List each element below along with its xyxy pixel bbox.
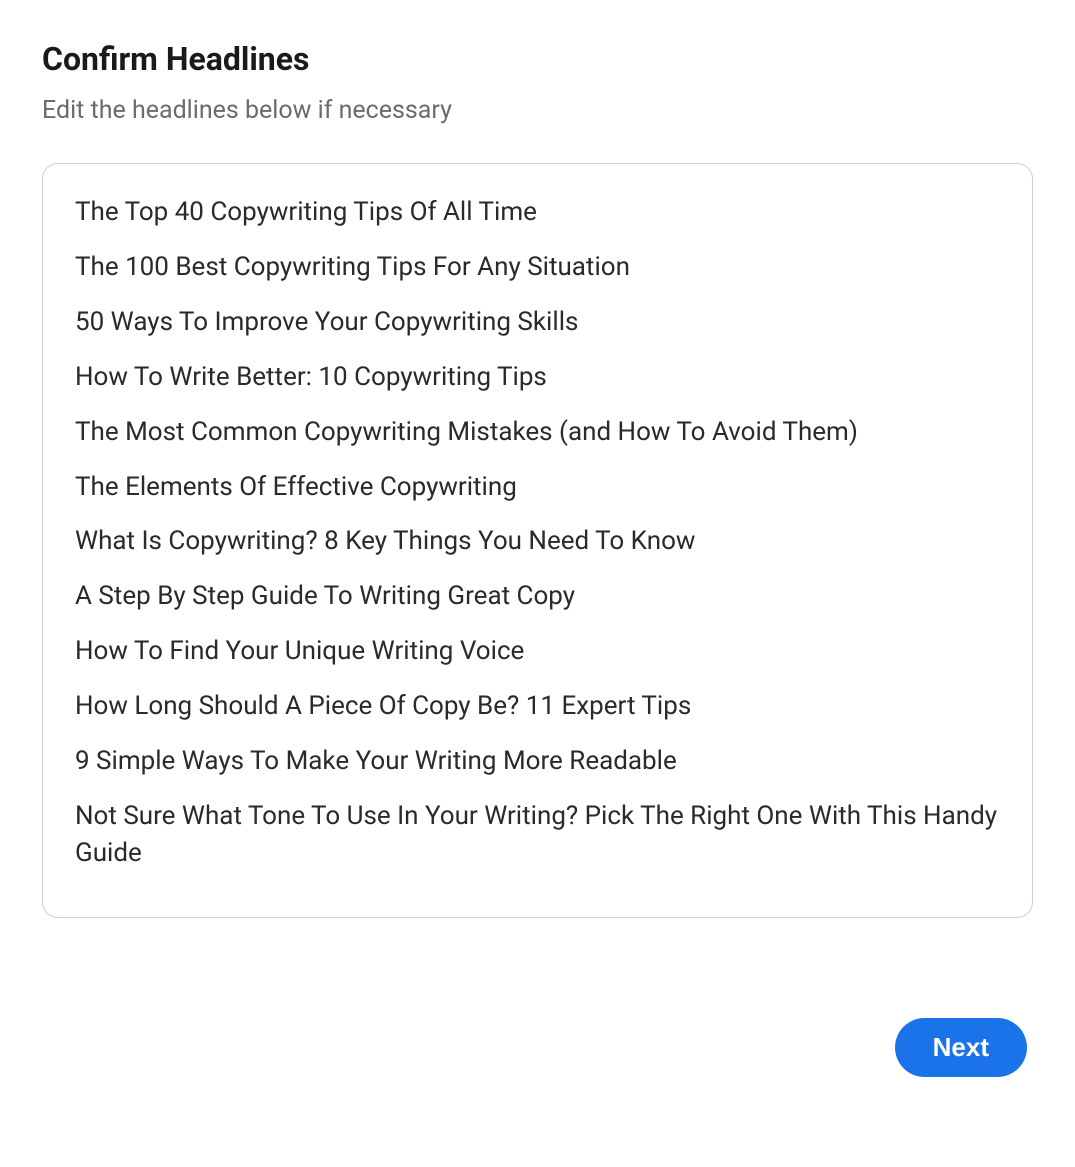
headline-item[interactable]: Not Sure What Tone To Use In Your Writin… xyxy=(75,798,1000,872)
headline-item[interactable]: A Step By Step Guide To Writing Great Co… xyxy=(75,578,1000,615)
headline-item[interactable]: What Is Copywriting? 8 Key Things You Ne… xyxy=(75,523,1000,560)
headlines-textarea[interactable]: The Top 40 Copywriting Tips Of All Time T… xyxy=(42,163,1033,918)
headline-item[interactable]: 9 Simple Ways To Make Your Writing More … xyxy=(75,743,1000,780)
page-subtitle: Edit the headlines below if necessary xyxy=(42,96,1033,125)
headline-item[interactable]: How To Write Better: 10 Copywriting Tips xyxy=(75,359,1000,396)
headline-item[interactable]: The Elements Of Effective Copywriting xyxy=(75,469,1000,506)
footer: Next xyxy=(42,1018,1033,1077)
headline-item[interactable]: 50 Ways To Improve Your Copywriting Skil… xyxy=(75,304,1000,341)
headline-item[interactable]: How To Find Your Unique Writing Voice xyxy=(75,633,1000,670)
page-title: Confirm Headlines xyxy=(42,40,1033,78)
headline-item[interactable]: The Most Common Copywriting Mistakes (an… xyxy=(75,414,1000,451)
headline-item[interactable]: How Long Should A Piece Of Copy Be? 11 E… xyxy=(75,688,1000,725)
headline-item[interactable]: The Top 40 Copywriting Tips Of All Time xyxy=(75,194,1000,231)
headline-item[interactable]: The 100 Best Copywriting Tips For Any Si… xyxy=(75,249,1000,286)
next-button[interactable]: Next xyxy=(895,1018,1027,1077)
